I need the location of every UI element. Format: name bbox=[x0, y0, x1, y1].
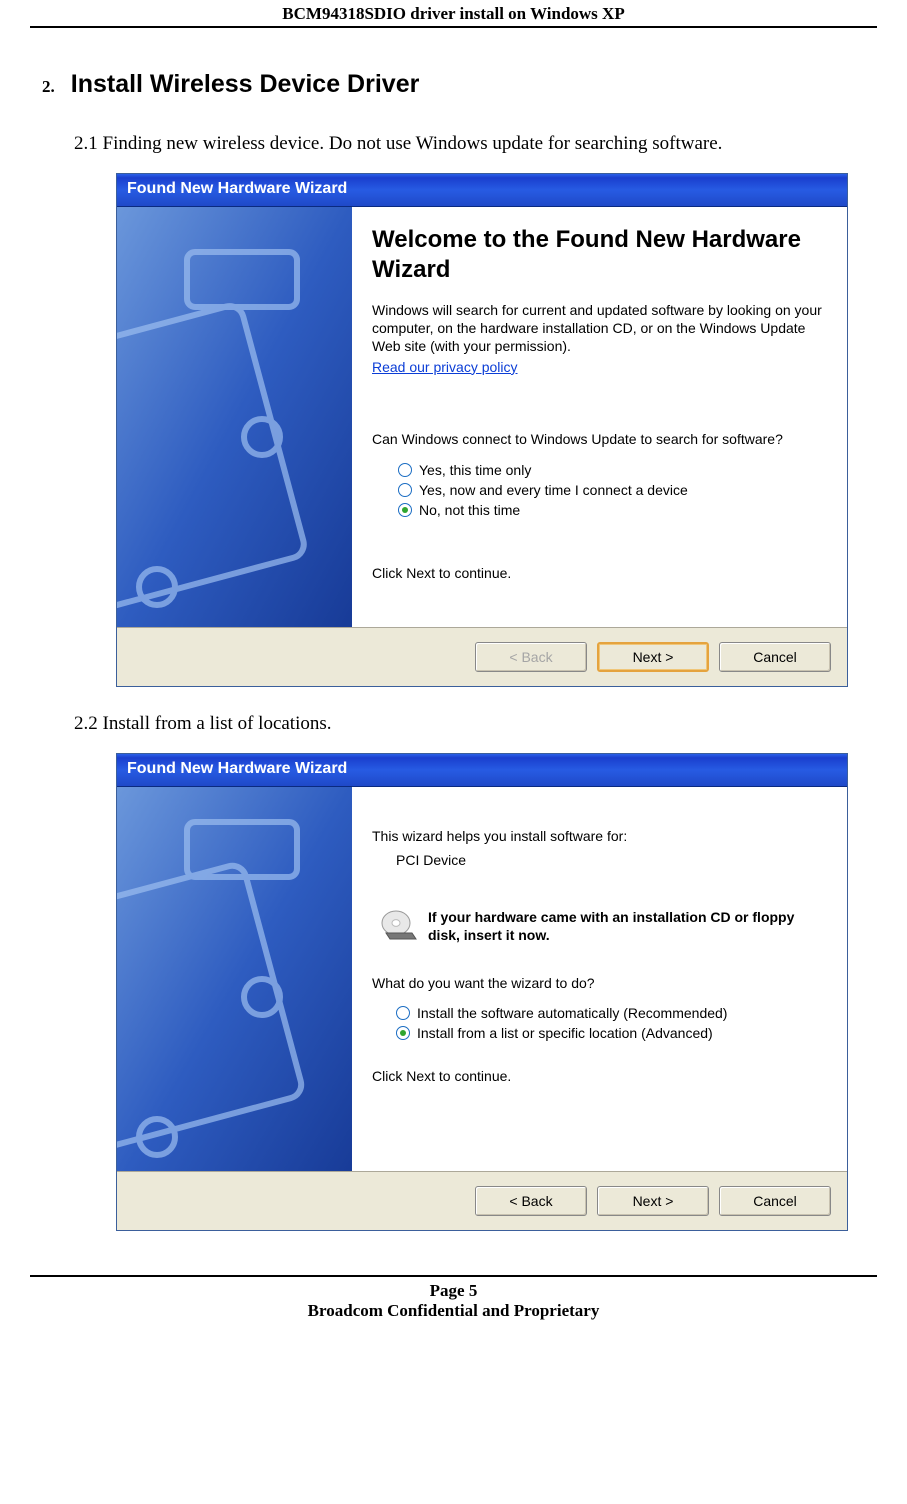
radio-option-no[interactable]: No, not this time bbox=[398, 502, 825, 518]
next-button[interactable]: Next > bbox=[597, 642, 709, 672]
wizard2-intro: This wizard helps you install software f… bbox=[372, 827, 825, 845]
click-next-text: Click Next to continue. bbox=[372, 564, 825, 582]
wizard-question: Can Windows connect to Windows Update to… bbox=[372, 430, 825, 448]
section-heading-row: 2. Install Wireless Device Driver bbox=[42, 70, 877, 99]
wizard-heading: Welcome to the Found New Hardware Wizard bbox=[372, 225, 825, 285]
step-2-2-text: 2.2 Install from a list of locations. bbox=[74, 713, 877, 735]
wizard-sidebar-graphic bbox=[117, 207, 352, 627]
wizard-intro-text: Windows will search for current and upda… bbox=[372, 301, 825, 356]
cd-icon bbox=[378, 909, 418, 943]
radio-icon bbox=[396, 1006, 410, 1020]
page-footer: Page 5 Broadcom Confidential and Proprie… bbox=[30, 1275, 877, 1341]
wizard-sidebar-graphic bbox=[117, 787, 352, 1171]
dialog-title: Found New Hardware Wizard bbox=[127, 760, 347, 778]
radio-option-auto[interactable]: Install the software automatically (Reco… bbox=[396, 1005, 825, 1021]
radio-icon bbox=[396, 1026, 410, 1040]
radio-label: Install from a list or specific location… bbox=[417, 1025, 713, 1041]
cancel-button[interactable]: Cancel bbox=[719, 1186, 831, 1216]
radio-label: Yes, now and every time I connect a devi… bbox=[419, 482, 688, 498]
next-button[interactable]: Next > bbox=[597, 1186, 709, 1216]
wizard-dialog-1: Found New Hardware Wizard bbox=[116, 173, 848, 687]
step-2-1-text: 2.1 Finding new wireless device. Do not … bbox=[74, 133, 877, 155]
page-header: BCM94318SDIO driver install on Windows X… bbox=[30, 0, 877, 28]
click-next-text: Click Next to continue. bbox=[372, 1067, 825, 1085]
radio-label: No, not this time bbox=[419, 502, 520, 518]
radio-option-advanced[interactable]: Install from a list or specific location… bbox=[396, 1025, 825, 1041]
radio-label: Yes, this time only bbox=[419, 462, 531, 478]
wizard-dialog-2: Found New Hardware Wizard bbox=[116, 753, 848, 1231]
device-name: PCI Device bbox=[396, 851, 825, 869]
dialog-titlebar: Found New Hardware Wizard bbox=[117, 754, 847, 787]
section-title: Install Wireless Device Driver bbox=[71, 70, 420, 99]
back-button: < Back bbox=[475, 642, 587, 672]
radio-icon bbox=[398, 483, 412, 497]
cd-notice-text: If your hardware came with an installati… bbox=[428, 909, 825, 944]
dialog-button-bar: < Back Next > Cancel bbox=[117, 1171, 847, 1230]
privacy-policy-link[interactable]: Read our privacy policy bbox=[372, 359, 518, 375]
radio-option-yes-once[interactable]: Yes, this time only bbox=[398, 462, 825, 478]
radio-icon bbox=[398, 463, 412, 477]
back-button[interactable]: < Back bbox=[475, 1186, 587, 1216]
radio-label: Install the software automatically (Reco… bbox=[417, 1005, 727, 1021]
cancel-button[interactable]: Cancel bbox=[719, 642, 831, 672]
page-number: Page 5 bbox=[30, 1281, 877, 1301]
dialog-button-bar: < Back Next > Cancel bbox=[117, 627, 847, 686]
radio-option-yes-always[interactable]: Yes, now and every time I connect a devi… bbox=[398, 482, 825, 498]
radio-icon bbox=[398, 503, 412, 517]
dialog-title: Found New Hardware Wizard bbox=[127, 180, 347, 198]
section-number: 2. bbox=[42, 77, 55, 97]
dialog-titlebar: Found New Hardware Wizard bbox=[117, 174, 847, 207]
confidentiality-notice: Broadcom Confidential and Proprietary bbox=[30, 1301, 877, 1321]
what-do-question: What do you want the wizard to do? bbox=[372, 974, 825, 992]
